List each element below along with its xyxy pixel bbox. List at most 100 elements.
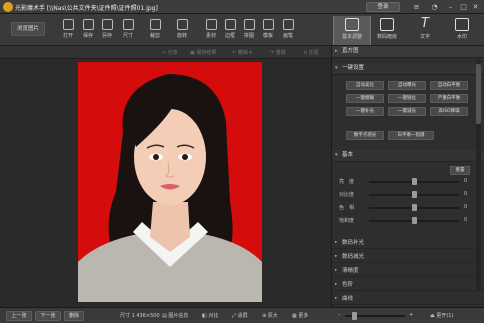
chevron-right-icon: ▸ bbox=[335, 254, 338, 259]
chevron-right-icon: ▸ bbox=[335, 268, 338, 273]
image-info-button[interactable]: ▤ 图片信息 bbox=[162, 312, 188, 319]
chevron-down-icon: ▾ bbox=[335, 152, 338, 158]
zoom-slider-handle[interactable] bbox=[352, 312, 357, 320]
chevron-right-icon: ▸ bbox=[335, 48, 338, 54]
login-button[interactable]: 登录 bbox=[366, 2, 400, 12]
next-image-button[interactable]: 下一张 bbox=[35, 311, 61, 321]
browse-images-button[interactable]: 浏览图片 bbox=[11, 22, 45, 36]
watermark-icon bbox=[455, 18, 469, 31]
id-photo-image[interactable] bbox=[78, 62, 262, 302]
rotate-icon bbox=[176, 19, 188, 30]
slider-handle[interactable] bbox=[412, 204, 417, 211]
one-click-section-header[interactable]: ▾ 一键设置 bbox=[332, 63, 484, 75]
title-bar: 光影魔术手 [\\Nas\公共文件夹\证件照\证件照01.jpg] 登录 ≡ ◔… bbox=[0, 0, 484, 14]
image-size-info: 尺寸 1 436×500 bbox=[120, 313, 160, 319]
saturation-slider[interactable] bbox=[369, 217, 459, 224]
tab-watermark[interactable]: 水印 bbox=[443, 16, 481, 45]
minimize-icon[interactable]: – bbox=[446, 3, 455, 11]
sub-toolbar: < 分享 ▣ 保存结果 ↶ 撤销 ▾ ↷ 重做 ⟲ 还原 bbox=[0, 46, 331, 59]
delete-button[interactable]: 删除 bbox=[64, 311, 84, 321]
collage-icon bbox=[243, 19, 255, 30]
panel-scrollbar-thumb[interactable] bbox=[476, 64, 481, 124]
tool-save-as[interactable]: 另存 bbox=[97, 19, 117, 39]
chevron-right-icon: ▸ bbox=[335, 296, 338, 301]
clarity-section[interactable]: ▸ 清晰度 bbox=[332, 265, 484, 277]
high-iso-denoise-button[interactable]: 高ISO降噪 bbox=[430, 107, 468, 116]
contrast-slider[interactable] bbox=[369, 191, 459, 198]
zoom-out-icon[interactable]: – bbox=[338, 312, 341, 318]
tab-basic-adjust[interactable]: 基本调整 bbox=[333, 16, 371, 45]
save-result-button[interactable]: ▣ 保存结果 bbox=[190, 49, 216, 56]
slider-handle[interactable] bbox=[412, 217, 417, 224]
adjust-panel: ▸ 直方图 ▾ 一键设置 自动美化 自动曝光 自动白平衡 一键模糊 一键锐化 严重白… bbox=[331, 46, 484, 307]
actual-size-button[interactable]: ⊕ 原大 bbox=[262, 312, 278, 319]
tool-template[interactable]: 模板 bbox=[258, 19, 278, 39]
brightness-slider-row: 亮 度 0 bbox=[339, 178, 468, 185]
materials-icon bbox=[205, 19, 217, 30]
resize-icon bbox=[122, 19, 134, 30]
restore-button[interactable]: ⟲ 还原 bbox=[303, 49, 319, 56]
levels-section[interactable]: ▸ 色阶 bbox=[332, 279, 484, 291]
brightness-slider[interactable] bbox=[369, 178, 459, 185]
tool-materials[interactable]: 素材 bbox=[201, 19, 221, 39]
undo-button[interactable]: ↶ 撤销 ▾ bbox=[232, 49, 252, 56]
close-icon[interactable]: ✕ bbox=[471, 3, 480, 11]
basic-section-header[interactable]: ▾ 基本 bbox=[332, 150, 484, 162]
window-title: 光影魔术手 [\\Nas\公共文件夹\证件照\证件照01.jpg] bbox=[15, 5, 158, 12]
digital-reduce-light-section[interactable]: ▸ 数码减光 bbox=[332, 251, 484, 263]
skin-icon[interactable]: ◔ bbox=[430, 3, 439, 11]
chevron-down-icon: ▾ bbox=[335, 65, 338, 71]
tool-border[interactable]: 边框 bbox=[220, 19, 240, 39]
maximize-icon[interactable]: □ bbox=[459, 3, 468, 11]
spot-metering-button[interactable]: 数字点测光 bbox=[346, 131, 384, 140]
sliders-icon bbox=[345, 18, 359, 31]
white-balance-picker-button[interactable]: 白平衡一指键 bbox=[388, 131, 434, 140]
tool-brush[interactable]: 画笔 bbox=[278, 19, 298, 39]
tool-collage[interactable]: 拼图 bbox=[239, 19, 259, 39]
hue-slider[interactable] bbox=[369, 204, 459, 211]
folder-icon bbox=[62, 19, 74, 30]
auto-beautify-button[interactable]: 自动美化 bbox=[346, 81, 384, 90]
app-logo-icon bbox=[3, 2, 13, 12]
tool-crop[interactable]: 裁剪 bbox=[145, 19, 165, 39]
redo-button[interactable]: ↷ 重做 bbox=[270, 49, 286, 56]
auto-white-balance-button[interactable]: 自动白平衡 bbox=[430, 81, 468, 90]
chevron-right-icon: ▸ bbox=[335, 240, 338, 245]
reduce-light-button[interactable]: 一键减光 bbox=[388, 107, 426, 116]
fill-light-button[interactable]: 一键补光 bbox=[346, 107, 384, 116]
one-click-sharpen-button[interactable]: 一键锐化 bbox=[388, 94, 426, 103]
strong-white-balance-button[interactable]: 严重白平衡 bbox=[430, 94, 468, 103]
tab-text[interactable]: T 文字 bbox=[406, 16, 444, 45]
tab-digital-darkroom[interactable]: 数码暗房 bbox=[368, 16, 406, 45]
zoom-in-icon[interactable]: + bbox=[409, 312, 413, 318]
text-icon: T bbox=[421, 16, 429, 31]
reset-button[interactable]: 重置 bbox=[450, 166, 470, 175]
tool-rotate[interactable]: 旋转 bbox=[172, 19, 192, 39]
auto-exposure-button[interactable]: 自动曝光 bbox=[388, 81, 426, 90]
menu-icon[interactable]: ≡ bbox=[412, 3, 421, 11]
crop-icon bbox=[149, 19, 161, 30]
tool-save[interactable]: 保存 bbox=[78, 19, 98, 39]
compare-button[interactable]: ◧ 对比 bbox=[202, 312, 218, 319]
fit-screen-button[interactable]: ⤢ 适屏 bbox=[232, 312, 248, 319]
histogram-section[interactable]: ▸ 直方图 bbox=[332, 46, 484, 58]
slider-handle[interactable] bbox=[412, 191, 417, 198]
status-bar: 上一张 下一张 删除 尺寸 1 436×500 ▤ 图片信息 ◧ 对比 ⤢ 适屏… bbox=[0, 307, 484, 323]
one-click-blur-button[interactable]: 一键模糊 bbox=[346, 94, 384, 103]
prev-image-button[interactable]: 上一张 bbox=[6, 311, 32, 321]
share-button[interactable]: < 分享 bbox=[162, 49, 178, 56]
tool-open[interactable]: 打开 bbox=[58, 19, 78, 39]
save-icon bbox=[82, 19, 94, 30]
restore-dropdown[interactable]: ⏏ 更开(1) bbox=[430, 312, 453, 319]
curves-section[interactable]: ▸ 曲线 bbox=[332, 293, 484, 305]
darkroom-icon bbox=[380, 18, 394, 31]
hue-slider-row: 色 相 0 bbox=[339, 204, 468, 211]
tool-resize[interactable]: 尺寸 bbox=[118, 19, 138, 39]
border-icon bbox=[224, 19, 236, 30]
template-icon bbox=[262, 19, 274, 30]
digital-fill-light-section[interactable]: ▸ 数码补光 bbox=[332, 237, 484, 249]
slider-handle[interactable] bbox=[412, 178, 417, 185]
more-button[interactable]: ▦ 更多 bbox=[292, 312, 308, 319]
brush-icon bbox=[282, 19, 294, 30]
main-toolbar: 浏览图片 打开 保存 另存 尺寸 裁剪 旋转 素材 边框 拼图 模板 画笔 基本… bbox=[0, 14, 484, 46]
